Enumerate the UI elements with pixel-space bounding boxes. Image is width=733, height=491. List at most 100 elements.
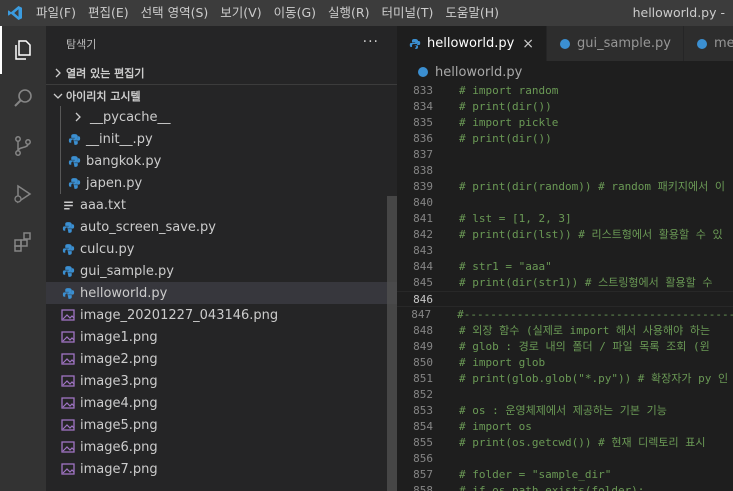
image-file-icon — [60, 461, 76, 477]
tree-item-label: auto_screen_save.py — [80, 219, 216, 235]
source-control-icon[interactable] — [0, 122, 46, 170]
tree-item-label: bangkok.py — [86, 153, 162, 169]
code-line[interactable]: 847 #------------------------------------… — [397, 307, 733, 323]
tree-item-label: image5.png — [80, 417, 158, 433]
tree-item-label: helloworld.py — [80, 285, 168, 301]
close-icon[interactable]: × — [522, 36, 534, 52]
code-line[interactable]: 851 # print(glob.glob("*.py")) # 확장자가 py … — [397, 371, 733, 387]
code-line[interactable]: 842 # print(dir(lst)) # 리스트형에서 활용할 수 있 — [397, 227, 733, 243]
tree-item[interactable]: image1.png — [46, 326, 397, 348]
tree-item[interactable]: bangkok.py — [46, 150, 397, 172]
code-line[interactable]: 844 # str1 = "aaa" — [397, 259, 733, 275]
tab-label: helloworld.py — [427, 36, 515, 51]
image-file-icon — [60, 395, 76, 411]
code-text: # import glob — [459, 356, 546, 369]
python-file-icon — [409, 38, 421, 50]
tab-mem[interactable]: mem — [683, 26, 733, 61]
window-title: helloworld.py - — [632, 5, 725, 20]
line-number: 846 — [413, 293, 433, 306]
chevron-right-icon — [70, 109, 86, 125]
tree-item[interactable]: japen.py — [46, 172, 397, 194]
vscode-logo-icon — [0, 0, 30, 26]
tree-item[interactable]: auto_screen_save.py — [46, 216, 397, 238]
extensions-icon[interactable] — [0, 218, 46, 266]
code-line[interactable]: 845 # print(dir(str1)) # 스트링형에서 활용할 수 — [397, 275, 733, 291]
tree-item[interactable]: image4.png — [46, 392, 397, 414]
tree-item-label: image7.png — [80, 461, 158, 477]
tree-item[interactable]: aaa.txt — [46, 194, 397, 216]
code-text: # 외장 함수 (실제로 import 해서 사용해야 하는 — [459, 324, 711, 337]
menu-terminal[interactable]: 터미널(T) — [376, 0, 440, 26]
code-line[interactable]: 856 — [397, 451, 733, 467]
open-editors-label: 열려 있는 편집기 — [66, 67, 145, 80]
menu-edit[interactable]: 편집(E) — [82, 0, 135, 26]
tree-item[interactable]: image6.png — [46, 436, 397, 458]
tree-item[interactable]: image5.png — [46, 414, 397, 436]
tree-item[interactable]: gui_sample.py — [46, 260, 397, 282]
code-line[interactable]: 835 # import pickle — [397, 115, 733, 131]
tree-item-label: __init__.py — [86, 131, 153, 147]
sidebar-scrollbar[interactable] — [387, 196, 397, 491]
code-line[interactable]: 834 # print(dir()) — [397, 99, 733, 115]
code-text: # os : 운영체제에서 제공하는 기본 기능 — [459, 404, 667, 417]
tab-gui-sample[interactable]: gui_sample.py — [547, 26, 684, 61]
menu-go[interactable]: 이동(G) — [268, 0, 322, 26]
menu-file[interactable]: 파일(F) — [30, 0, 82, 26]
code-view[interactable]: 833 # import random 834 # print(dir()) 835 # … — [397, 83, 733, 491]
tree-item[interactable]: image_20201227_043146.png — [46, 304, 397, 326]
text-file-icon — [60, 197, 76, 213]
code-text: # folder = "sample_dir" — [459, 468, 612, 481]
python-file-icon — [60, 219, 76, 235]
code-line[interactable]: 848 # 외장 함수 (실제로 import 해서 사용해야 하는 — [397, 323, 733, 339]
line-number: 834 — [413, 100, 433, 113]
search-icon[interactable] — [0, 74, 46, 122]
tree-item[interactable]: helloworld.py — [46, 282, 397, 304]
code-line[interactable]: 858 # if os.path.exists(folder): — [397, 483, 733, 491]
file-tree: __pycache__ __init__.py bangkok.py japen.py… — [46, 106, 397, 480]
python-file-icon — [66, 131, 82, 147]
tab-helloworld[interactable]: helloworld.py × — [397, 26, 548, 61]
more-actions-icon[interactable]: ··· — [363, 34, 379, 50]
tree-item[interactable]: image3.png — [46, 370, 397, 392]
explorer-icon[interactable] — [0, 26, 46, 74]
code-line[interactable]: 857 # folder = "sample_dir" — [397, 467, 733, 483]
code-line[interactable]: 855 # print(os.getcwd()) # 현재 디렉토리 표시 — [397, 435, 733, 451]
tree-item-label: aaa.txt — [80, 197, 126, 213]
menu-view[interactable]: 보기(V) — [214, 0, 267, 26]
code-line[interactable]: 846 — [397, 291, 733, 307]
code-line[interactable]: 841 # lst = [1, 2, 3] — [397, 211, 733, 227]
menu-help[interactable]: 도움말(H) — [439, 0, 505, 26]
tree-item[interactable]: __pycache__ — [46, 106, 397, 128]
line-number: 852 — [413, 388, 433, 401]
sidebar-header: 탐색기 ··· — [46, 26, 397, 62]
menu-run[interactable]: 실행(R) — [322, 0, 375, 26]
tree-item[interactable]: image2.png — [46, 348, 397, 370]
folder-label: 아이리치 고시텔 — [66, 89, 141, 103]
code-line[interactable]: 838 — [397, 163, 733, 179]
code-line[interactable]: 837 — [397, 147, 733, 163]
code-line[interactable]: 854 # import os — [397, 419, 733, 435]
code-line[interactable]: 852 — [397, 387, 733, 403]
tree-item-label: image4.png — [80, 395, 158, 411]
code-line[interactable]: 850 # import glob — [397, 355, 733, 371]
code-text: # print(dir(str1)) # 스트링형에서 활용할 수 — [459, 276, 713, 289]
code-line[interactable]: 840 — [397, 195, 733, 211]
code-line[interactable]: 843 — [397, 243, 733, 259]
breadcrumb-file[interactable]: helloworld.py — [435, 65, 522, 80]
tree-item[interactable]: image7.png — [46, 458, 397, 480]
tree-item[interactable]: __init__.py — [46, 128, 397, 150]
code-line[interactable]: 833 # import random — [397, 83, 733, 99]
run-debug-icon[interactable] — [0, 170, 46, 218]
tree-item[interactable]: culcu.py — [46, 238, 397, 260]
tree-item-label: gui_sample.py — [80, 263, 174, 279]
code-line[interactable]: 849 # glob : 경로 내의 폴더 / 파일 목록 조회 (윈 — [397, 339, 733, 355]
menu-selection[interactable]: 선택 영역(S) — [135, 0, 215, 26]
code-line[interactable]: 839 # print(dir(random)) # random 패키지에서 이 — [397, 179, 733, 195]
code-line[interactable]: 853 # os : 운영체제에서 제공하는 기본 기능 — [397, 403, 733, 419]
code-line[interactable]: 836 # print(dir()) — [397, 131, 733, 147]
folder-section[interactable]: 아이리치 고시텔 — [46, 84, 397, 106]
open-editors-section[interactable]: 열려 있는 편집기 — [46, 62, 397, 84]
python-file-icon — [417, 66, 429, 78]
breadcrumb[interactable]: helloworld.py — [397, 61, 733, 83]
